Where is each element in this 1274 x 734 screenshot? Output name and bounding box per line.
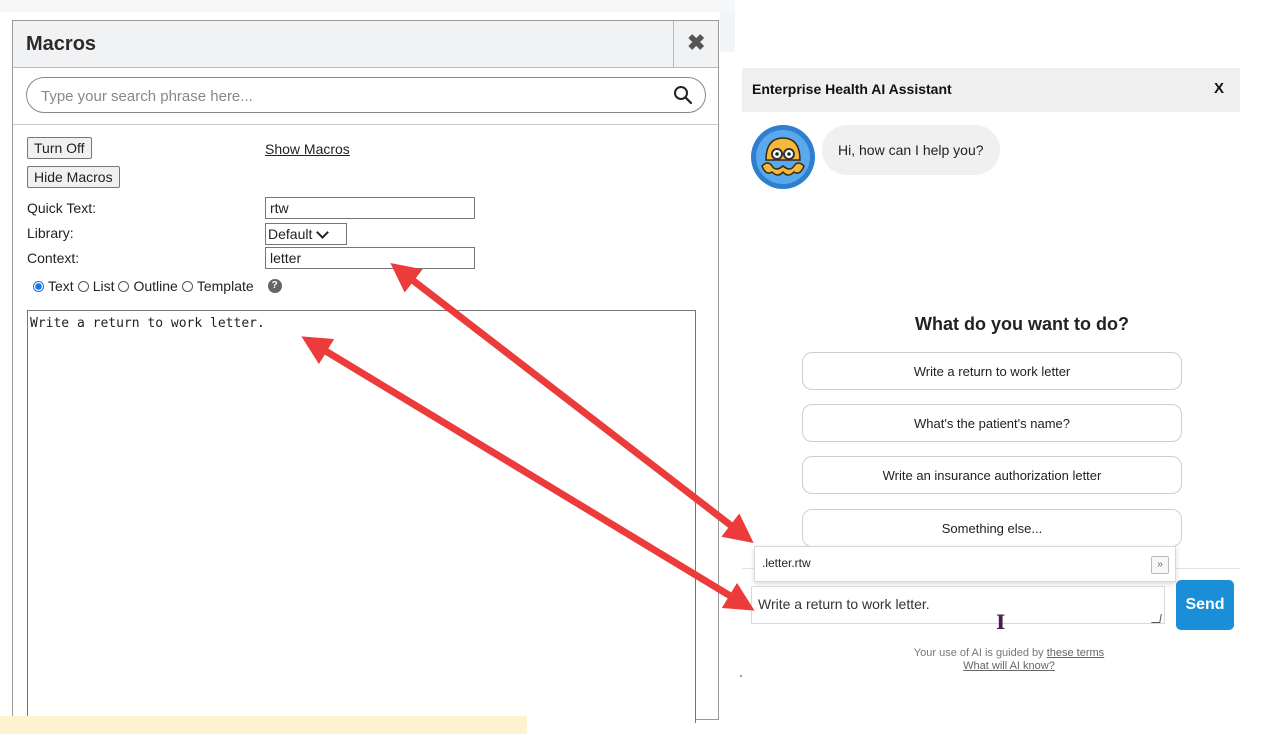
radio-template[interactable] bbox=[181, 280, 193, 292]
resize-handle-icon[interactable] bbox=[1151, 614, 1162, 623]
help-icon[interactable]: ? bbox=[267, 279, 282, 293]
search-row bbox=[13, 68, 718, 125]
radio-outline-label: Outline bbox=[133, 278, 178, 294]
autocomplete-popup[interactable]: .letter.rtw » bbox=[754, 546, 1176, 582]
chat-input[interactable]: Write a return to work letter. bbox=[751, 586, 1165, 624]
context-label: Context: bbox=[27, 250, 80, 266]
radio-text-label: Text bbox=[48, 278, 74, 294]
library-select-value: Default bbox=[268, 226, 313, 242]
radio-list-label: List bbox=[92, 278, 115, 294]
hide-macros-button[interactable]: Hide Macros bbox=[27, 166, 120, 188]
stray-dot bbox=[740, 675, 742, 677]
radio-template-label: Template bbox=[196, 278, 254, 294]
background-strip bbox=[0, 0, 735, 12]
prompt-title: What do you want to do? bbox=[915, 314, 1129, 334]
macros-close-button[interactable]: ✖ bbox=[673, 21, 718, 67]
close-icon: ✖ bbox=[687, 30, 706, 55]
library-select[interactable]: Default bbox=[265, 223, 347, 245]
choice-something-else[interactable]: Something else... bbox=[802, 509, 1182, 547]
show-macros-link[interactable]: Show Macros bbox=[265, 141, 350, 157]
terms-notice: Your use of AI is guided by these terms … bbox=[742, 647, 1274, 673]
expand-icon[interactable]: » bbox=[1151, 556, 1169, 574]
send-button[interactable]: Send bbox=[1176, 580, 1234, 630]
radio-text[interactable] bbox=[33, 280, 44, 292]
background-strip-side bbox=[720, 12, 735, 52]
turn-off-button[interactable]: Turn Off bbox=[27, 137, 92, 159]
choice-return-to-work-letter[interactable]: Write a return to work letter bbox=[802, 352, 1182, 390]
greeting-bubble: Hi, how can I help you? bbox=[822, 125, 1000, 175]
octopus-avatar-icon bbox=[751, 125, 815, 189]
text-cursor-icon: I bbox=[996, 610, 1006, 634]
ai-assistant-panel: Enterprise Health AI Assistant X Hi, how… bbox=[742, 68, 1240, 688]
autocomplete-item[interactable]: .letter.rtw bbox=[762, 556, 811, 570]
macros-header: Macros ✖ bbox=[13, 21, 718, 68]
search-box bbox=[26, 77, 706, 113]
quick-text-input[interactable] bbox=[265, 197, 475, 219]
macros-title: Macros bbox=[26, 33, 97, 55]
radio-outline[interactable] bbox=[118, 280, 130, 292]
terms-link[interactable]: these terms bbox=[1047, 647, 1104, 659]
search-input[interactable] bbox=[39, 85, 653, 107]
what-will-ai-know-link[interactable]: What will AI know? bbox=[963, 660, 1055, 672]
quick-text-label: Quick Text: bbox=[27, 200, 96, 216]
search-icon[interactable] bbox=[673, 85, 693, 105]
library-label: Library: bbox=[27, 225, 74, 241]
context-input[interactable] bbox=[265, 247, 475, 269]
highlight-bar bbox=[0, 716, 527, 734]
ai-close-button[interactable]: X bbox=[1214, 80, 1224, 97]
radio-list[interactable] bbox=[77, 280, 89, 292]
choice-patient-name[interactable]: What's the patient's name? bbox=[802, 404, 1182, 442]
macros-panel: Macros ✖ Turn Off Show Macros Hide Macro… bbox=[12, 20, 719, 723]
chevron-down-icon bbox=[316, 225, 330, 239]
terms-prefix: Your use of AI is guided by bbox=[913, 647, 1047, 659]
choice-insurance-authorization-letter[interactable]: Write an insurance authorization letter bbox=[802, 456, 1182, 494]
ai-title: Enterprise Health AI Assistant bbox=[752, 81, 952, 97]
ai-header: Enterprise Health AI Assistant X bbox=[742, 68, 1240, 112]
macro-text-area[interactable]: Write a return to work letter. bbox=[27, 310, 696, 723]
type-radio-group: Text List Outline Template ? bbox=[33, 278, 282, 294]
